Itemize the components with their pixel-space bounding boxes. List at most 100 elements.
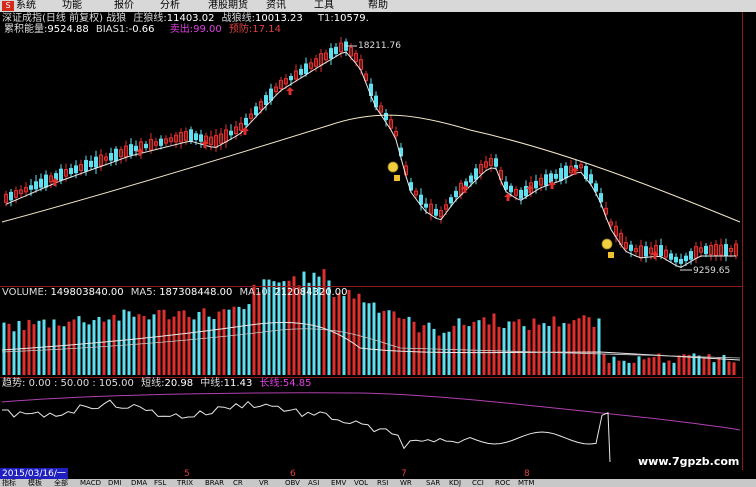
candle-body [434, 208, 438, 216]
candle-body [299, 68, 303, 75]
volume-bar [17, 320, 21, 375]
volume-bar [417, 332, 421, 375]
tab-dmi[interactable]: DMI [108, 479, 122, 487]
volume-bar [232, 306, 236, 375]
volume-bar [642, 359, 646, 375]
tab-fsl[interactable]: FSL [154, 479, 166, 487]
short-value: 20.98 [164, 378, 194, 389]
smiley-icon [387, 161, 399, 173]
volume-bar [617, 360, 621, 375]
tab-cr[interactable]: CR [233, 479, 243, 487]
long-label: 长线: [259, 378, 283, 389]
volume-bar [722, 354, 726, 375]
volume-bar [727, 361, 731, 375]
volume-bar [557, 326, 561, 375]
tab-vr[interactable]: VR [259, 479, 269, 487]
volume-bar [572, 320, 576, 375]
volume-bar [402, 318, 406, 375]
tab-kdj[interactable]: KDJ [449, 479, 461, 487]
candle-body [594, 183, 598, 192]
volume-bar [332, 297, 336, 375]
candle-body [329, 48, 333, 59]
volume-label: VOLUME: [2, 287, 48, 298]
candle-body [244, 117, 248, 126]
sell-value: 99.00 [193, 24, 222, 35]
ma10-label: MA10: [239, 287, 272, 298]
tab-vol[interactable]: VOL [354, 479, 368, 487]
tab-emv[interactable]: EMV [331, 479, 346, 487]
tab-roc[interactable]: ROC [495, 479, 510, 487]
trend-values: 0.00 : 50.00 : 105.00 [28, 378, 134, 389]
volume-bar [442, 332, 446, 375]
buy-arrow-icon [286, 87, 294, 95]
volume-bar [132, 316, 136, 375]
candle-body [544, 174, 548, 186]
volume-bar [597, 318, 601, 375]
tab-brar[interactable]: BRAR [205, 479, 224, 487]
ma10-value: 212084320.00 [274, 287, 348, 298]
sell-label: 卖出: [169, 24, 194, 35]
tab-sar[interactable]: SAR [426, 479, 440, 487]
volume-bar [687, 354, 691, 375]
candle-body [69, 168, 73, 175]
candle-body [509, 185, 513, 193]
volume-bar [702, 357, 706, 375]
volume-bar [512, 321, 516, 375]
smiley-flag-icon [394, 175, 400, 181]
accum-value: 9524.88 [47, 24, 89, 35]
candle-body [494, 158, 498, 167]
tab-asi[interactable]: ASI [308, 479, 319, 487]
volume-bar [447, 331, 451, 375]
tab-cci[interactable]: CCI [472, 479, 484, 487]
candle-body [264, 95, 268, 106]
volume-bar [712, 362, 716, 375]
candle-body [229, 130, 233, 136]
candle-body [44, 174, 48, 188]
zhuang-value: 11403.02 [166, 13, 215, 24]
volume-bar [142, 316, 146, 375]
volume-bar [152, 314, 156, 375]
right-axis [742, 12, 743, 470]
volume-bar [582, 315, 586, 375]
volume-bar [202, 308, 206, 375]
candle-body [29, 185, 33, 190]
chart-canvas[interactable] [0, 0, 756, 487]
volume-bar [257, 292, 261, 375]
tab-mtm[interactable]: MTM [518, 479, 534, 487]
volume-bar [602, 353, 606, 375]
tab-macd[interactable]: MACD [80, 479, 101, 487]
trend-short-line [2, 399, 611, 463]
tab-模板[interactable]: 模板 [28, 479, 42, 487]
volume-bar [537, 324, 541, 375]
tab-dma[interactable]: DMA [131, 479, 147, 487]
tab-全部[interactable]: 全部 [54, 479, 68, 487]
candle-body [564, 165, 568, 179]
candle-body [114, 148, 118, 162]
volume-bar [592, 326, 596, 375]
volume-bar [227, 309, 231, 375]
main-header-2: 累积能量:9524.88 BIAS1:-0.66 卖出:99.00 预防:17.… [4, 24, 281, 36]
zhuang-label: 庄狼线: [133, 13, 167, 24]
volume-bar [422, 325, 426, 375]
volume-bar [392, 311, 396, 375]
tab-rsi[interactable]: RSI [377, 479, 388, 487]
volume-bar [177, 311, 181, 375]
volume-bar [72, 319, 76, 375]
t1-value: 10579. [333, 13, 369, 24]
volume-bar [732, 362, 736, 375]
tab-trix[interactable]: TRIX [177, 479, 193, 487]
volume-bar [77, 316, 81, 375]
candle-body [534, 180, 538, 189]
volume-bar [437, 335, 441, 375]
volume-bar [677, 355, 681, 375]
tab-obv[interactable]: OBV [285, 479, 300, 487]
candle-body [194, 133, 198, 141]
warn-value: 17.14 [252, 24, 281, 35]
tab-指标[interactable]: 指标 [2, 479, 16, 487]
tab-wr[interactable]: WR [400, 479, 412, 487]
volume-bar [622, 360, 626, 375]
candle-body [419, 194, 423, 205]
volume-bar [477, 320, 481, 375]
candle-body [589, 174, 593, 184]
date-axis: 2015/03/16/一 5 6 7 8 [0, 468, 742, 480]
